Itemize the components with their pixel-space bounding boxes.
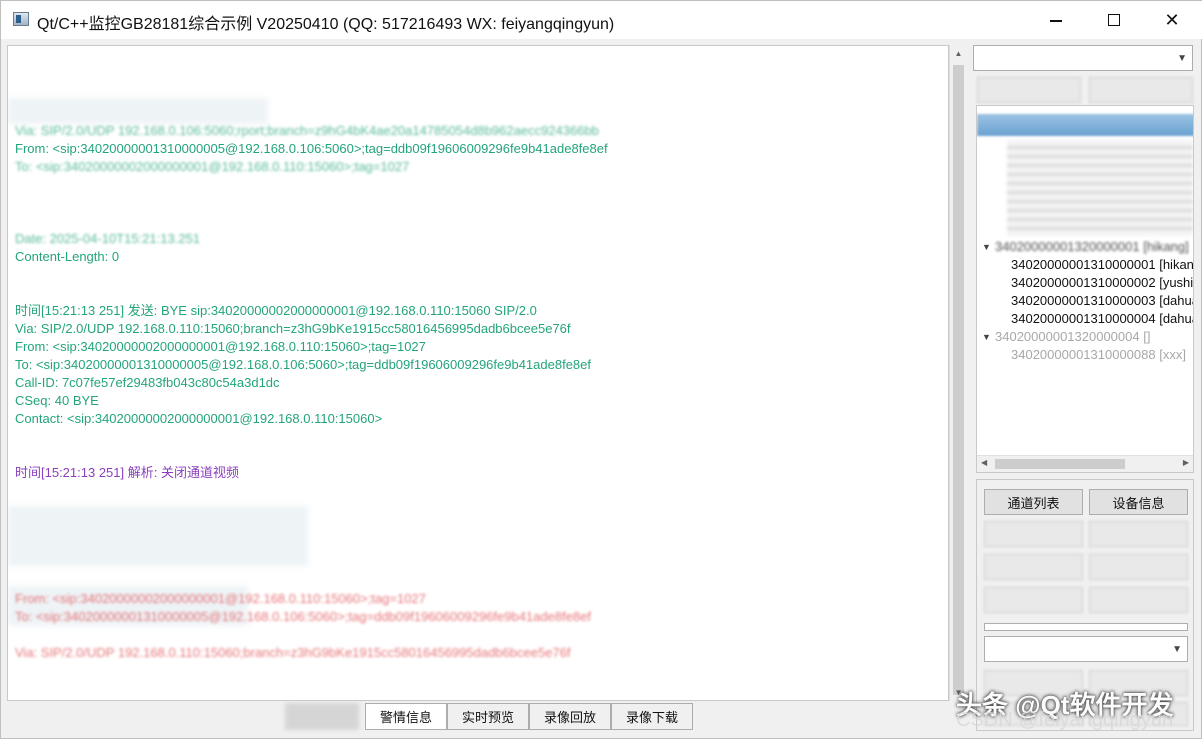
tab-live-preview[interactable]: 实时预览 [447, 703, 529, 730]
tree-item[interactable]: 34020000001310000002 [yushi] [1011, 274, 1193, 292]
tab-download[interactable]: 录像下载 [611, 703, 693, 730]
log-line: Via: SIP/2.0/UDP 192.168.0.110:15060;bra… [15, 321, 571, 336]
blurred-button[interactable] [1089, 587, 1188, 613]
tab-playback[interactable]: 录像回放 [529, 703, 611, 730]
log-textarea[interactable]: Via: SIP/2.0/UDP 192.168.0.106:5060;rpor… [7, 45, 949, 701]
log-line: Call-ID: 7c07fe57ef29483fb043c80c54a3d1d… [15, 375, 280, 390]
log-line: Content-Length: 0 [15, 249, 120, 264]
log-line: 时间[15:21:13 251] 解析: 关闭通道视频 [15, 465, 239, 480]
close-button[interactable]: ✕ [1143, 1, 1201, 39]
blurred-tree-area [1007, 140, 1193, 236]
expand-icon[interactable]: ▼ [982, 332, 991, 342]
log-line: Date: 2025-04-10T15:21:13.251 [15, 231, 201, 246]
tree-item[interactable]: 34020000001320000004 [] [995, 328, 1150, 346]
watermark-csdn: CSDN @feiyangqingyun [956, 709, 1174, 731]
blurred-tab[interactable] [285, 703, 359, 730]
app-icon [13, 12, 29, 26]
scroll-right-icon[interactable]: ▶ [1183, 458, 1189, 467]
tree-item[interactable]: 34020000001310000001 [hikang] [1011, 256, 1193, 274]
title-bar: Qt/C++监控GB28181综合示例 V20250410 (QQ: 51721… [1, 1, 1202, 39]
tree-horizontal-scrollbar[interactable]: ◀ ▶ [977, 455, 1193, 472]
chevron-down-icon: ▼ [1172, 644, 1182, 655]
minimize-button[interactable] [1027, 1, 1085, 39]
minimize-icon [1050, 20, 1062, 22]
blurred-button[interactable] [1089, 77, 1193, 103]
blurred-button[interactable] [984, 587, 1083, 613]
log-line: To: <sip:34020000002000000001@192.168.0.… [15, 159, 410, 174]
tab-alarm-info[interactable]: 警情信息 [365, 703, 447, 730]
log-line: To: <sip:34020000001310000005@192.168.0.… [15, 357, 591, 372]
window-title: Qt/C++监控GB28181综合示例 V20250410 (QQ: 51721… [37, 16, 615, 33]
tree-header [977, 114, 1193, 136]
log-line: Via: SIP/2.0/UDP 192.168.0.110:15060;bra… [15, 645, 571, 660]
scroll-up-icon[interactable]: ▲ [950, 45, 967, 62]
chevron-down-icon: ▼ [1177, 53, 1187, 64]
maximize-button[interactable] [1085, 1, 1143, 39]
main-window: Qt/C++监控GB28181综合示例 V20250410 (QQ: 51721… [0, 0, 1202, 739]
log-line: Via: SIP/2.0/UDP 192.168.0.106:5060;rpor… [15, 123, 599, 138]
scroll-left-icon[interactable]: ◀ [981, 458, 987, 467]
log-vertical-scrollbar[interactable]: ▲ ▼ [949, 45, 967, 701]
maximize-icon [1108, 14, 1120, 26]
blurred-button[interactable] [984, 521, 1083, 547]
tree-item[interactable]: 34020000001320000001 [hikang] [995, 238, 1189, 256]
blurred-button[interactable] [1089, 521, 1188, 547]
panel-divider-field [984, 623, 1188, 631]
blurred-button[interactable] [1089, 554, 1188, 580]
log-line: 时间[15:21:13 251] 发送: BYE sip:34020000002… [15, 303, 537, 318]
expand-icon[interactable]: ▼ [982, 242, 991, 252]
log-line: CSeq: 40 BYE [15, 393, 99, 408]
blurred-button[interactable] [977, 77, 1081, 103]
channel-list-button[interactable]: 通道列表 [984, 489, 1083, 515]
scrollbar-thumb[interactable] [995, 459, 1125, 469]
close-icon: ✕ [1164, 9, 1180, 30]
log-line: Contact: <sip:34020000002000000001@192.1… [15, 411, 383, 426]
log-line: From: <sip:34020000002000000001@192.168.… [15, 339, 426, 354]
panel-combo[interactable]: ▼ [984, 636, 1188, 662]
device-tree[interactable]: ▼ 34020000001320000001 [hikang] 3402000000… [976, 105, 1194, 473]
log-line: From: <sip:34020000002000000001@192.168.… [15, 591, 426, 606]
log-line: From: <sip:34020000001310000005@192.168.… [15, 141, 608, 156]
device-info-button[interactable]: 设备信息 [1089, 489, 1188, 515]
tree-item[interactable]: 34020000001310000004 [dahua] [1011, 310, 1193, 328]
tree-item[interactable]: 34020000001310000003 [dahua] [1011, 292, 1193, 310]
scrollbar-thumb[interactable] [953, 65, 964, 695]
log-line: To: <sip:34020000001310000005@192.168.0.… [15, 609, 591, 624]
tree-item[interactable]: 34020000001310000088 [xxx] [1011, 346, 1186, 364]
blurred-button[interactable] [984, 554, 1083, 580]
top-combo[interactable]: ▼ [973, 45, 1193, 71]
